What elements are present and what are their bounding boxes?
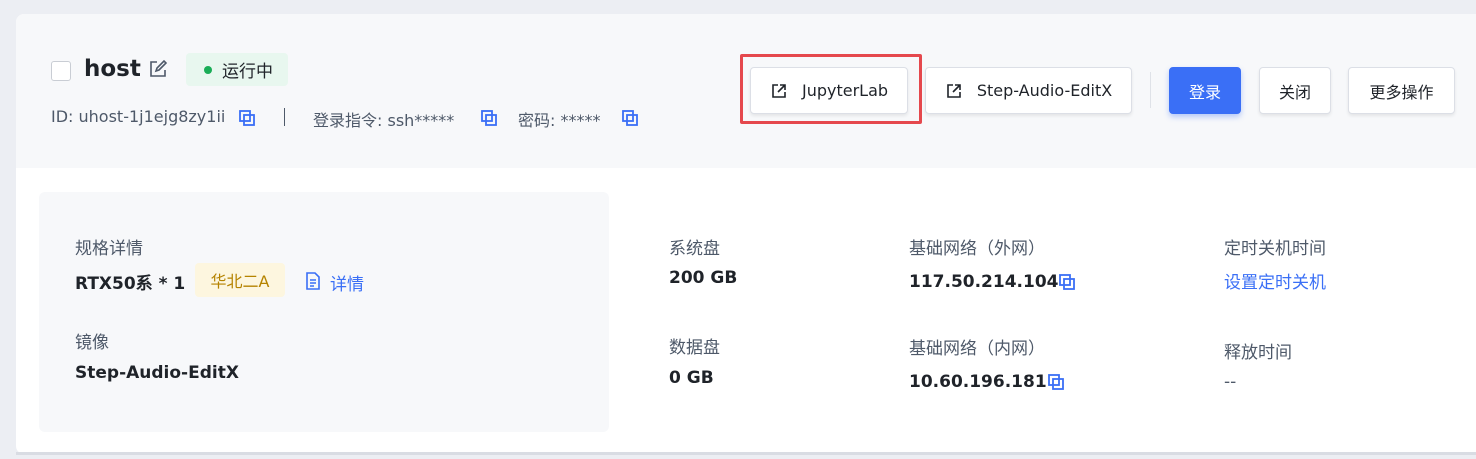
data-disk-label: 数据盘: [669, 338, 720, 358]
data-disk-value: 0 GB: [669, 368, 714, 388]
document-icon[interactable]: [305, 272, 321, 290]
release-time-label: 释放时间: [1224, 343, 1292, 363]
spec-panel: [39, 192, 609, 432]
copy-icon[interactable]: [1047, 373, 1065, 391]
gpu-spec: RTX50系 * 1: [75, 274, 186, 294]
system-disk-value: 200 GB: [669, 268, 738, 288]
card-bottom-border: [16, 452, 1476, 455]
release-time-value: --: [1224, 372, 1237, 392]
set-shutdown-link[interactable]: 设置定时关机: [1224, 268, 1326, 293]
public-network-label: 基础网络（外网）: [909, 239, 1045, 259]
host-name: host: [84, 56, 141, 82]
public-ip: 117.50.214.104: [909, 272, 1059, 292]
external-link-icon: [947, 83, 961, 98]
select-checkbox[interactable]: [51, 61, 71, 81]
shutdown-button[interactable]: 关闭: [1259, 67, 1331, 114]
app-button[interactable]: Step-Audio-EditX: [925, 67, 1132, 114]
spec-details-link[interactable]: 详情: [330, 270, 364, 295]
image-value: Step-Audio-EditX: [75, 363, 239, 383]
jupyterlab-label: JupyterLab: [801, 81, 889, 100]
external-link-icon: [772, 83, 786, 98]
image-label: 镜像: [75, 333, 109, 353]
login-command: 登录指令: ssh*****: [313, 111, 455, 130]
divider: [284, 108, 285, 126]
spec-label: 规格详情: [75, 239, 143, 259]
private-ip: 10.60.196.181: [909, 372, 1047, 392]
region-tag: 华北二A: [195, 263, 285, 297]
app-label: Step-Audio-EditX: [976, 81, 1113, 100]
private-network-label: 基础网络（内网）: [909, 339, 1045, 359]
copy-icon[interactable]: [480, 109, 498, 127]
button-divider: [1150, 72, 1151, 108]
edit-icon[interactable]: [148, 59, 168, 79]
instance-header: host 运行中 ID: uhost-1j1ejg8zy1ii 登录指令: ss…: [16, 14, 1476, 168]
instance-id: ID: uhost-1j1ejg8zy1ii: [51, 107, 226, 126]
copy-icon[interactable]: [238, 109, 256, 127]
login-button[interactable]: 登录: [1169, 67, 1241, 114]
status-text: 运行中: [222, 62, 273, 82]
more-actions-button[interactable]: 更多操作: [1348, 67, 1455, 114]
system-disk-label: 系统盘: [669, 239, 720, 259]
status-badge: 运行中: [186, 53, 288, 86]
copy-icon[interactable]: [621, 109, 639, 127]
status-dot: [204, 65, 212, 74]
copy-icon[interactable]: [1058, 273, 1076, 291]
password: 密码: *****: [518, 111, 601, 130]
shutdown-time-label: 定时关机时间: [1224, 239, 1326, 259]
jupyterlab-button[interactable]: JupyterLab: [750, 67, 908, 114]
